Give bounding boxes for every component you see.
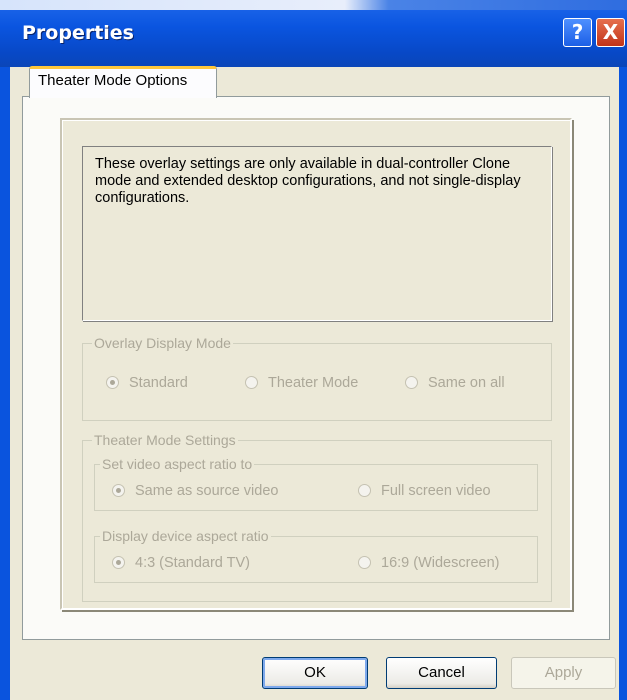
radio-16-9-widescreen[interactable]: 16:9 (Widescreen): [358, 555, 499, 571]
close-icon: X: [602, 20, 619, 44]
radio-dot: [112, 484, 125, 497]
window-title: Properties: [22, 22, 134, 44]
help-icon: ?: [571, 20, 584, 44]
tab-label: Theater Mode Options: [38, 72, 188, 89]
radio-full-screen-video[interactable]: Full screen video: [358, 483, 491, 499]
radio-dot: [358, 556, 371, 569]
radio-theater-mode[interactable]: Theater Mode: [245, 375, 358, 391]
radio-dot: [112, 556, 125, 569]
radio-label: Theater Mode: [268, 375, 359, 391]
info-text: These overlay settings are only availabl…: [95, 156, 521, 206]
radio-same-on-all[interactable]: Same on all: [405, 375, 505, 391]
radio-label: 4:3 (Standard TV): [135, 555, 250, 571]
radio-dot: [405, 376, 418, 389]
cancel-button[interactable]: Cancel: [386, 657, 497, 689]
title-bar-top-strip: [0, 0, 627, 10]
video-aspect-ratio-legend: Set video aspect ratio to: [100, 456, 255, 472]
radio-label: Standard: [129, 375, 188, 391]
radio-same-as-source-video[interactable]: Same as source video: [112, 483, 278, 499]
radio-label: Full screen video: [381, 483, 491, 499]
radio-dot: [106, 376, 119, 389]
overlay-display-mode-legend: Overlay Display Mode: [92, 335, 233, 351]
window-frame-right: [619, 67, 627, 700]
apply-button-label: Apply: [544, 664, 583, 681]
window-frame-left: [0, 67, 10, 700]
cancel-button-label: Cancel: [418, 664, 465, 681]
ok-button[interactable]: OK: [262, 657, 368, 689]
close-button[interactable]: X: [596, 18, 625, 47]
radio-label: Same as source video: [135, 483, 279, 499]
ok-button-label: OK: [304, 664, 326, 681]
radio-standard[interactable]: Standard: [106, 375, 188, 391]
info-message-box: These overlay settings are only availabl…: [82, 146, 552, 321]
radio-label: 16:9 (Widescreen): [381, 555, 500, 571]
tab-theater-mode-options[interactable]: Theater Mode Options: [29, 66, 217, 98]
help-button[interactable]: ?: [563, 18, 592, 47]
radio-dot: [245, 376, 258, 389]
device-aspect-ratio-legend: Display device aspect ratio: [100, 528, 271, 544]
radio-label: Same on all: [428, 375, 505, 391]
radio-dot: [358, 484, 371, 497]
apply-button[interactable]: Apply: [511, 657, 616, 689]
title-bar[interactable]: Properties ? X: [0, 0, 627, 67]
theater-mode-settings-legend: Theater Mode Settings: [92, 432, 238, 448]
radio-4-3-standard-tv[interactable]: 4:3 (Standard TV): [112, 555, 250, 571]
